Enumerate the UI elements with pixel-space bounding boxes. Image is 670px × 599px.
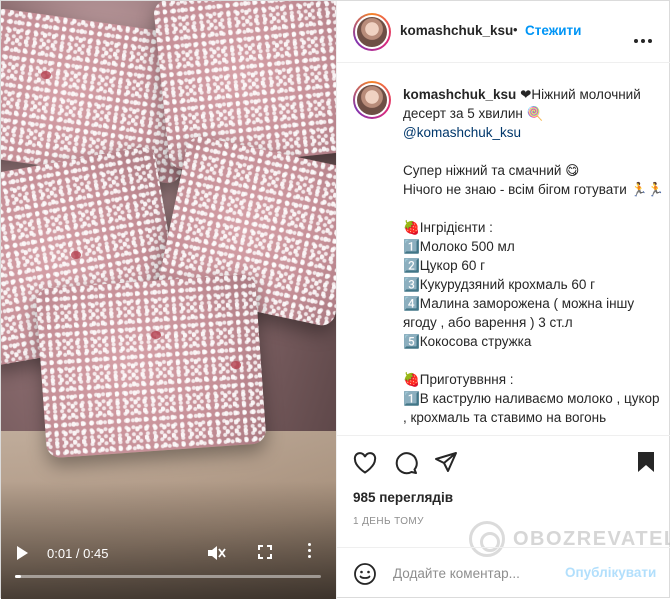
avatar[interactable] xyxy=(353,13,391,51)
caption-avatar[interactable] xyxy=(353,81,391,119)
post-modal: 0:01 / 0:45 komashchuk_ksu • Стежити kom… xyxy=(0,0,670,599)
header-separator: • xyxy=(513,22,518,37)
video-time: 0:01 / 0:45 xyxy=(47,545,109,561)
follow-button[interactable]: Стежити xyxy=(525,23,581,38)
action-bar xyxy=(337,435,670,487)
caption-line: 1️⃣В каструлю наливаємо молоко , цукор ,… xyxy=(403,391,664,425)
caption-line: 3️⃣Кукурудзяний крохмаль 60 г xyxy=(403,277,596,292)
caption-mention[interactable]: @komashchuk_ksu xyxy=(403,123,665,142)
caption-line: Нічого не знаю - всім бігом готувати 🏃🏃 xyxy=(403,182,665,197)
emoji-icon[interactable] xyxy=(353,562,377,586)
caption-username[interactable]: komashchuk_ksu xyxy=(403,87,516,102)
video-frame-berry xyxy=(71,251,81,259)
caption-line: 2️⃣Цукор 60 г xyxy=(403,258,486,273)
video-options-icon[interactable] xyxy=(307,543,313,561)
share-icon[interactable] xyxy=(434,451,458,473)
caption-text: komashchuk_ksu ❤Ніжний молочний десерт з… xyxy=(403,85,665,427)
header-username[interactable]: komashchuk_ksu xyxy=(400,23,513,38)
video-frame-berry xyxy=(231,361,241,369)
video-frame-berry xyxy=(151,331,161,339)
video-player[interactable]: 0:01 / 0:45 xyxy=(1,1,336,599)
play-icon[interactable] xyxy=(17,546,28,560)
mute-icon[interactable] xyxy=(206,544,226,562)
like-heart-icon[interactable] xyxy=(353,452,377,474)
video-progress-fill xyxy=(15,575,22,578)
publish-button[interactable]: Опублікувати xyxy=(565,565,656,580)
video-frame-berry xyxy=(41,71,51,79)
caption-line: 5️⃣Кокосова стружка xyxy=(403,334,532,349)
caption: komashchuk_ksu ❤Ніжний молочний десерт з… xyxy=(337,63,670,435)
caption-line: 4️⃣Малина заморожена ( можна іншу ягоду … xyxy=(403,296,638,330)
caption-line: Супер ніжний та смачний 😋 xyxy=(403,163,580,178)
fullscreen-icon[interactable] xyxy=(258,545,272,559)
more-options-icon[interactable] xyxy=(634,30,655,48)
caption-line: 1️⃣Молоко 500 мл xyxy=(403,239,515,254)
comment-bar: Опублікувати xyxy=(337,547,670,599)
save-bookmark-icon[interactable] xyxy=(637,451,655,473)
post-timestamp[interactable]: 1 ДЕНЬ ТОМУ xyxy=(353,516,424,527)
comment-icon[interactable] xyxy=(394,451,418,475)
caption-line: 🍓Інгрідієнти : xyxy=(403,220,493,235)
caption-line: 🍓Приготуввння : xyxy=(403,372,514,387)
post-sidebar: komashchuk_ksu • Стежити komashchuk_ksu … xyxy=(336,1,670,599)
comment-input[interactable] xyxy=(393,562,563,584)
views-count[interactable]: 985 переглядів xyxy=(353,490,453,505)
video-controls: 0:01 / 0:45 xyxy=(1,538,336,568)
post-header: komashchuk_ksu • Стежити xyxy=(337,1,670,63)
video-progress-bar[interactable] xyxy=(15,575,321,578)
